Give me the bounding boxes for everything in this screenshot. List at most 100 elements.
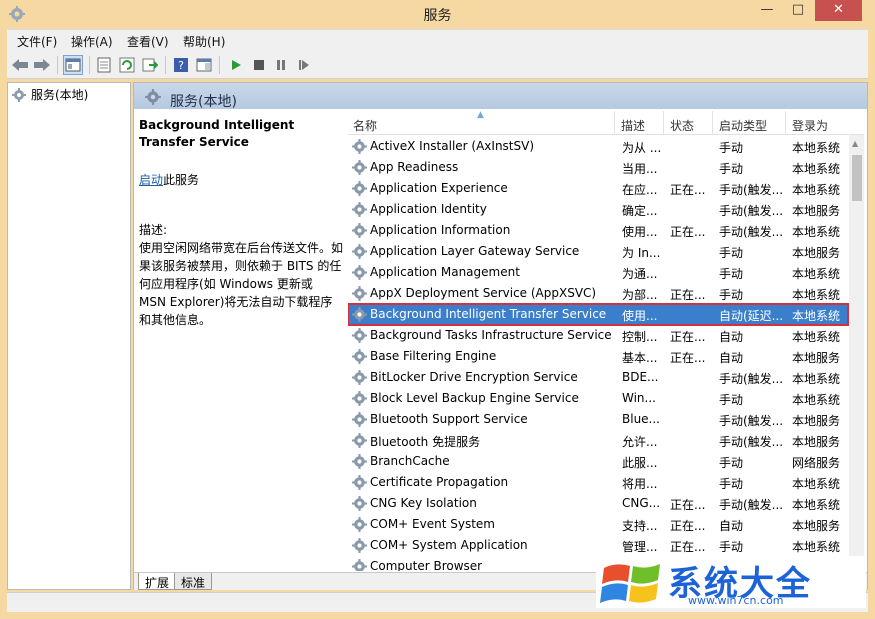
service-gear-icon	[352, 559, 367, 571]
service-logon-as: 本地系统	[792, 540, 841, 554]
service-startup-type: 自动	[719, 330, 744, 344]
service-row[interactable]: COM+ System Application 管理... 正在... 手动 本地系统	[348, 535, 848, 556]
start-service-line: 启动此服务	[139, 171, 199, 189]
list-header: ▲ 名称 描述 状态 启动类型 登录为	[348, 111, 864, 135]
service-gear-icon	[352, 517, 367, 532]
service-startup-type: 手动	[719, 267, 744, 281]
service-row[interactable]: CNG Key Isolation CNG... 正在... 手动(触发... 本地系统	[348, 493, 848, 514]
start-service-link[interactable]: 启动	[139, 173, 163, 187]
help-icon[interactable]: ?	[171, 55, 191, 75]
service-logon-as: 本地服务	[792, 204, 841, 218]
service-gear-icon	[352, 391, 367, 406]
service-name: Bluetooth 免提服务	[370, 435, 481, 449]
service-description: 为通...	[622, 267, 658, 281]
service-description: 允许...	[622, 435, 658, 449]
tree-item-services-local[interactable]: 服务(本地)	[11, 86, 88, 103]
column-name[interactable]: 名称	[353, 117, 377, 134]
service-startup-type: 手动(触发...	[719, 414, 784, 428]
service-gear-icon	[352, 244, 367, 259]
service-name: App Readiness	[370, 160, 459, 174]
properties-icon[interactable]	[94, 55, 114, 75]
service-logon-as: 本地系统	[792, 141, 841, 155]
service-gear-icon	[352, 223, 367, 238]
service-name: Application Experience	[370, 181, 508, 195]
service-logon-as: 本地系统	[792, 162, 841, 176]
service-row[interactable]: Bluetooth Support Service Blue... 手动(触发...…	[348, 409, 848, 430]
show-hide-pane-icon[interactable]	[194, 55, 214, 75]
service-row[interactable]: BranchCache 此服... 手动 网络服务	[348, 451, 848, 472]
service-row[interactable]: BitLocker Drive Encryption Service BDE...…	[348, 367, 848, 388]
service-startup-type: 手动	[719, 456, 744, 470]
service-logon-as: 本地系统	[792, 267, 841, 281]
vertical-scrollbar[interactable]: ▲	[849, 135, 864, 571]
service-row[interactable]: Block Level Backup Engine Service Win... 手…	[348, 388, 848, 409]
service-gear-icon	[352, 202, 367, 217]
service-row[interactable]: AppX Deployment Service (AppXSVC) 为部... 正在…	[348, 283, 848, 304]
service-row[interactable]: Background Tasks Infrastructure Service 控…	[348, 325, 848, 346]
service-logon-as: 本地系统	[792, 225, 841, 239]
menu-action[interactable]: 操作(A)	[71, 33, 113, 50]
service-logon-as: 本地系统	[792, 288, 841, 302]
service-gear-icon	[352, 433, 367, 448]
service-startup-type: 手动(触发...	[719, 204, 784, 218]
service-gear-icon	[352, 181, 367, 196]
service-status: 正在...	[670, 183, 706, 197]
title-bar[interactable]: 服务 — □ ✕	[0, 0, 875, 28]
forward-arrow-icon[interactable]	[32, 55, 52, 75]
service-description: 为从 ...	[622, 141, 662, 155]
service-row[interactable]: Application Experience 在应... 正在... 手动(触发...…	[348, 178, 848, 199]
service-description: BDE...	[622, 370, 659, 384]
service-logon-as: 本地系统	[792, 372, 841, 386]
service-row[interactable]: Application Management 为通... 手动 本地系统	[348, 262, 848, 283]
export-list-icon[interactable]	[140, 55, 160, 75]
pause-icon[interactable]	[271, 55, 291, 75]
service-row[interactable]: Application Information 使用... 正在... 手动(触发..…	[348, 220, 848, 241]
service-row[interactable]: App Readiness 当用... 手动 本地系统	[348, 157, 848, 178]
back-arrow-icon[interactable]	[10, 55, 30, 75]
scroll-up-icon[interactable]: ▲	[852, 139, 858, 148]
play-icon[interactable]	[226, 55, 246, 75]
close-button[interactable]: ✕	[815, 0, 862, 21]
menu-help[interactable]: 帮助(H)	[183, 33, 225, 50]
service-row[interactable]: COM+ Event System 支持... 正在... 自动 本地服务	[348, 514, 848, 535]
service-row[interactable]: Certificate Propagation 将用... 手动 本地系统	[348, 472, 848, 493]
service-description: 确定...	[622, 204, 658, 218]
column-description[interactable]: 描述	[621, 117, 645, 134]
service-startup-type: 自动(延迟...	[719, 309, 784, 323]
service-name: BitLocker Drive Encryption Service	[370, 370, 578, 384]
tab-extended[interactable]: 扩展	[138, 573, 177, 590]
service-status: 正在...	[670, 498, 706, 512]
service-status: 正在...	[670, 330, 706, 344]
stop-icon[interactable]	[249, 55, 269, 75]
service-row[interactable]: Base Filtering Engine 基本... 正在... 自动 本地服务	[348, 346, 848, 367]
service-row[interactable]: ActiveX Installer (AxInstSV) 为从 ... 手动 本地系统	[348, 136, 848, 157]
menu-file[interactable]: 文件(F)	[17, 33, 57, 50]
service-gear-icon	[352, 286, 367, 301]
menu-view[interactable]: 查看(V)	[127, 33, 169, 50]
service-status: 正在...	[670, 519, 706, 533]
service-row[interactable]: Application Identity 确定... 手动(触发... 本地服务	[348, 199, 848, 220]
tab-standard[interactable]: 标准	[174, 573, 213, 590]
scroll-thumb[interactable]	[852, 155, 862, 201]
column-startup-type[interactable]: 启动类型	[719, 117, 767, 134]
column-logon-as[interactable]: 登录为	[792, 117, 828, 134]
service-row[interactable]: Application Layer Gateway Service 为 In...…	[348, 241, 848, 262]
service-startup-type: 自动	[719, 519, 744, 533]
tree-item-label: 服务(本地)	[31, 88, 89, 102]
console-tree-icon[interactable]	[63, 55, 83, 75]
minimize-button[interactable]: —	[752, 0, 782, 21]
svg-text:?: ?	[178, 59, 184, 72]
maximize-button[interactable]: □	[782, 0, 814, 21]
refresh-icon[interactable]	[117, 55, 137, 75]
start-service-suffix: 此服务	[163, 173, 200, 187]
service-description: 为部...	[622, 288, 658, 302]
column-status[interactable]: 状态	[670, 117, 694, 134]
restart-icon[interactable]	[294, 55, 314, 75]
service-logon-as: 本地服务	[792, 246, 841, 260]
selected-service-name: Background Intelligent Transfer Service	[139, 118, 295, 149]
service-row[interactable]: Bluetooth 免提服务 允许... 手动(触发... 本地服务	[348, 430, 848, 451]
service-logon-as: 本地服务	[792, 414, 841, 428]
service-description: 基本...	[622, 351, 658, 365]
service-name: AppX Deployment Service (AppXSVC)	[370, 286, 597, 300]
service-row[interactable]: Background Intelligent Transfer Service 使…	[348, 303, 849, 326]
